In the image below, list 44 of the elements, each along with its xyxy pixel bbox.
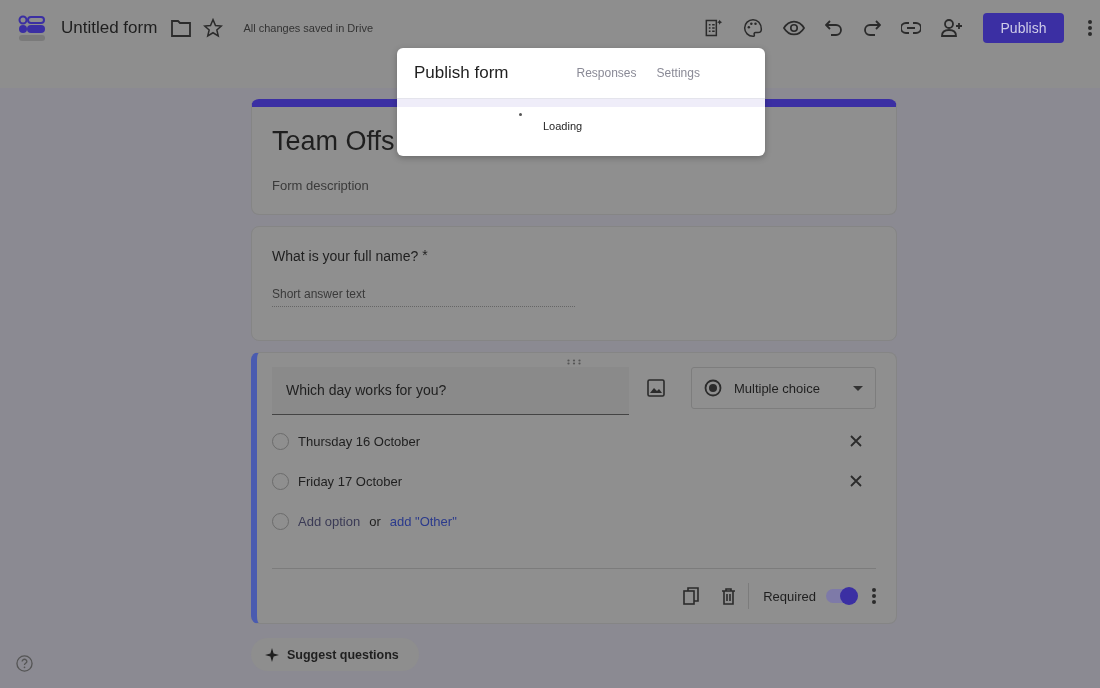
star-icon[interactable]	[203, 18, 224, 38]
image-icon[interactable]	[646, 379, 665, 397]
option-label[interactable]: Friday 17 October	[298, 473, 850, 489]
sparkle-icon	[265, 647, 279, 662]
undo-icon[interactable]	[825, 20, 843, 36]
radio-selected-icon	[703, 379, 722, 397]
form-title[interactable]: Team Offs	[272, 125, 395, 157]
loading-text: Loading	[543, 120, 583, 132]
dropdown-caret-icon	[853, 385, 863, 391]
question-title-field[interactable]: Which day works for you?	[272, 367, 629, 415]
form-description-field[interactable]: Form description	[272, 178, 876, 193]
add-other-link[interactable]: add "Other"	[389, 513, 457, 529]
folder-icon[interactable]	[171, 19, 192, 37]
close-icon[interactable]	[850, 475, 862, 487]
required-mark: *	[422, 247, 428, 263]
save-status: All changes saved in Drive	[243, 22, 373, 34]
add-option-link[interactable]: Add option	[298, 513, 361, 529]
short-answer-field: Short answer text	[272, 287, 575, 307]
required-toggle[interactable]	[826, 589, 856, 603]
preview-eye-icon[interactable]	[783, 20, 805, 36]
forms-logo-icon[interactable]	[18, 14, 46, 42]
redo-icon[interactable]	[863, 20, 881, 36]
form-sparkle-icon[interactable]	[703, 18, 723, 38]
more-options-icon[interactable]	[1088, 20, 1092, 36]
or-text: or	[369, 513, 381, 529]
loading-spinner-icon	[519, 113, 522, 116]
dialog-title: Publish form	[414, 63, 509, 83]
option-label[interactable]: Thursday 16 October	[298, 433, 850, 449]
suggest-questions-button[interactable]: Suggest questions	[251, 638, 419, 671]
duplicate-icon[interactable]	[683, 587, 700, 605]
more-options-icon[interactable]	[872, 588, 876, 604]
palette-icon[interactable]	[743, 18, 763, 38]
dialog-tab[interactable]: Settings	[656, 62, 700, 84]
close-icon[interactable]	[850, 435, 862, 447]
question-title: What is your full name?	[272, 248, 419, 264]
publish-button[interactable]: Publish	[983, 13, 1064, 43]
question-type-dropdown[interactable]: Multiple choice	[690, 367, 876, 409]
drag-handle-icon[interactable]	[567, 359, 581, 365]
dialog-tab[interactable]: Responses	[576, 62, 637, 84]
add-person-icon[interactable]	[941, 19, 963, 37]
link-icon[interactable]	[901, 22, 921, 34]
form-name[interactable]: Untitled form	[61, 18, 158, 38]
delete-icon[interactable]	[721, 587, 737, 605]
required-label: Required	[763, 588, 816, 604]
